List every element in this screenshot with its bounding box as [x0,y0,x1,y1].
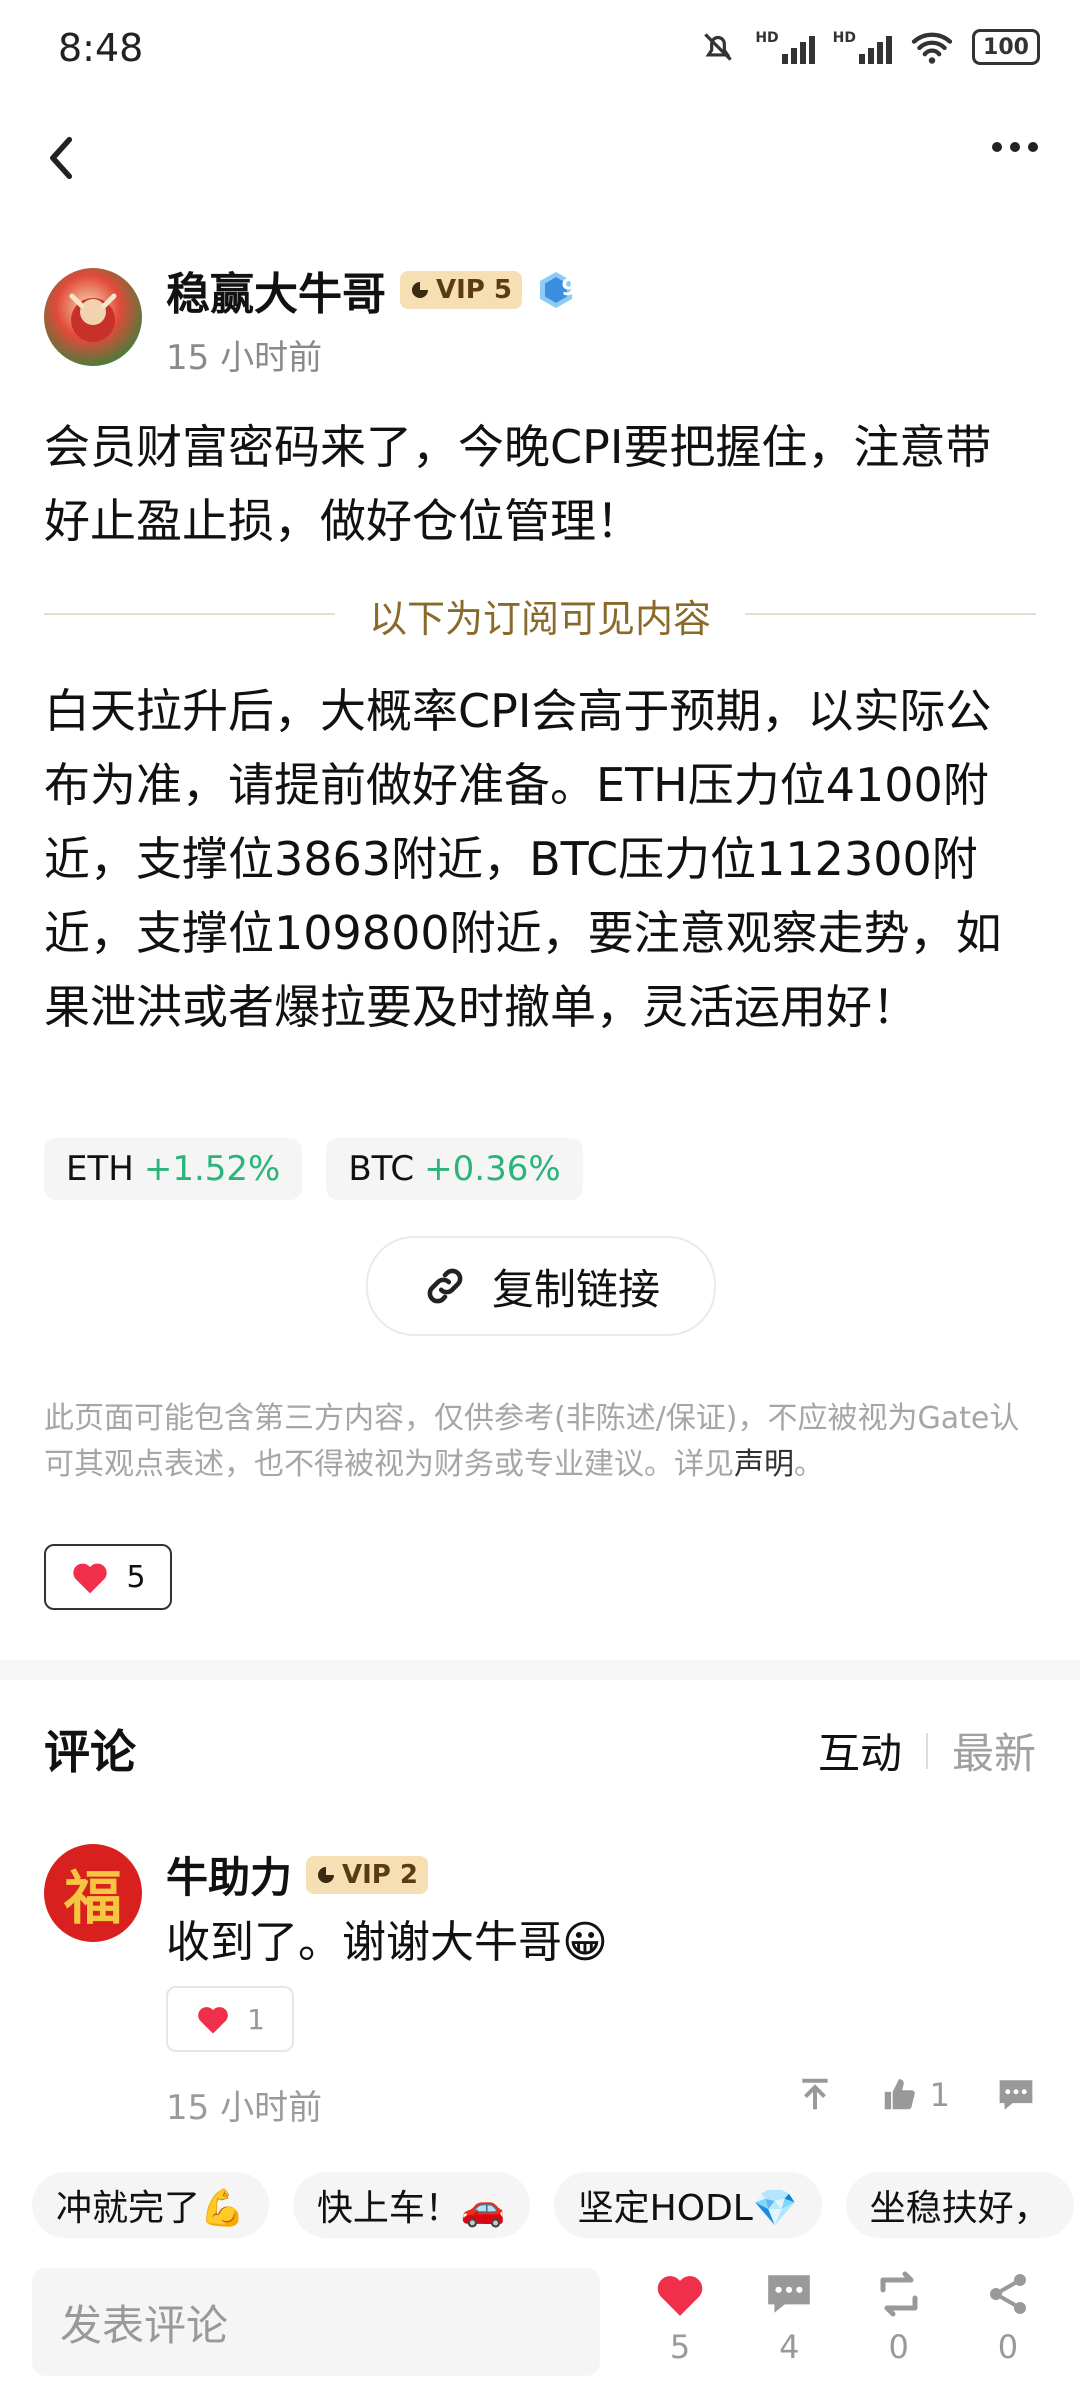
disclaimer: 此页面可能包含第三方内容，仅供参考(非陈述/保证)，不应被视为Gate认可其观点… [44,1401,1020,1482]
commenter-avatar[interactable]: 福 [44,1844,142,1942]
copy-link-button[interactable]: 复制链接 [366,1236,716,1336]
vip-icon [318,1866,335,1883]
quick-reply-chip[interactable]: 坐稳扶好， [845,2172,1074,2238]
level-number: 9 [561,276,577,301]
quick-reply-chip[interactable]: 冲就完了💪 [32,2172,269,2238]
share-icon [989,2274,1026,2314]
share-action[interactable]: 0 [968,2270,1048,2366]
disclaimer-link[interactable]: 声明 [734,1447,794,1482]
sort-divider [925,1732,928,1769]
reply-icon[interactable] [996,2077,1036,2113]
battery-icon: 100 [972,29,1040,65]
vip-badge: VIP 2 [306,1855,429,1894]
signal-icon: HD [755,30,815,64]
commenter-name[interactable]: 牛助力 [166,1844,292,1905]
pin-top-icon[interactable] [796,2076,834,2114]
post-like-button[interactable]: 5 [44,1544,172,1610]
comment-like-button[interactable]: 1 [166,1986,294,2052]
post-time: 15 小时前 [166,338,323,378]
thumbs-up-icon [884,2079,915,2110]
author-row: 稳赢大牛哥 VIP 5 [166,258,576,322]
comment-actions: 1 [796,2076,1036,2114]
section-separator [0,1660,1080,1680]
comment-text: 收到了。谢谢大牛哥😀 [166,1917,608,1968]
subscription-divider: 以下为订阅可见内容 [0,588,1080,643]
post-body: 白天拉升后，大概率CPI会高于预期，以实际公布为准，请提前做好准备。ETH压力位… [44,684,1002,1034]
vip-badge: VIP 5 [400,271,522,309]
quick-reply-chip[interactable]: 坚定HODL💎 [553,2172,822,2238]
bottom-action-bar: 5 4 0 0 [640,2270,1048,2366]
status-icons: HD HD 100 [699,28,1040,66]
comment-icon [768,2275,811,2313]
ticker-chip-eth[interactable]: ETH +1.52% [44,1138,303,1200]
sort-tab-interactive[interactable]: 互动 [818,1720,902,1781]
thumbs-up-button[interactable]: 1 [880,2076,950,2114]
sort-tab-latest[interactable]: 最新 [952,1720,1036,1781]
quick-replies: 冲就完了💪 快上车！🚗 坚定HODL💎 坐稳扶好， [32,2172,1074,2238]
quick-reply-chip[interactable]: 快上车！🚗 [292,2172,530,2238]
signal-icon-2: HD [833,30,892,64]
commenter-row: 牛助力 VIP 2 [166,1844,429,1905]
author-name[interactable]: 稳赢大牛哥 [166,258,386,322]
comments-title: 评论 [44,1725,136,1779]
repost-action[interactable]: 0 [859,2270,939,2366]
comment-action[interactable]: 4 [749,2270,829,2366]
status-time: 8:48 [58,26,144,70]
author-avatar[interactable] [44,268,142,366]
comment-time: 15 小时前 [166,2088,323,2128]
back-arrow-icon[interactable] [40,128,84,188]
post-intro: 会员财富密码来了，今晚CPI要把握住，注意带好止盈止损，做好仓位管理！ [44,420,992,548]
link-icon [427,1268,463,1304]
comment-input[interactable]: 发表评论 [32,2268,600,2376]
wifi-icon [911,32,953,64]
heart-icon [657,2276,703,2316]
heart-icon [73,1563,108,1594]
heart-icon [198,2007,228,2034]
repost-icon [880,2271,918,2317]
ticker-chips: ETH +1.52% BTC +0.36% [44,1138,583,1200]
ticker-chip-btc[interactable]: BTC +0.36% [326,1138,583,1200]
more-options-icon[interactable] [990,140,1040,154]
vip-icon [412,282,428,298]
like-action[interactable]: 5 [640,2270,720,2366]
mute-bell-icon [704,33,733,61]
comment-sort-tabs: 互动 最新 [818,1720,1036,1781]
